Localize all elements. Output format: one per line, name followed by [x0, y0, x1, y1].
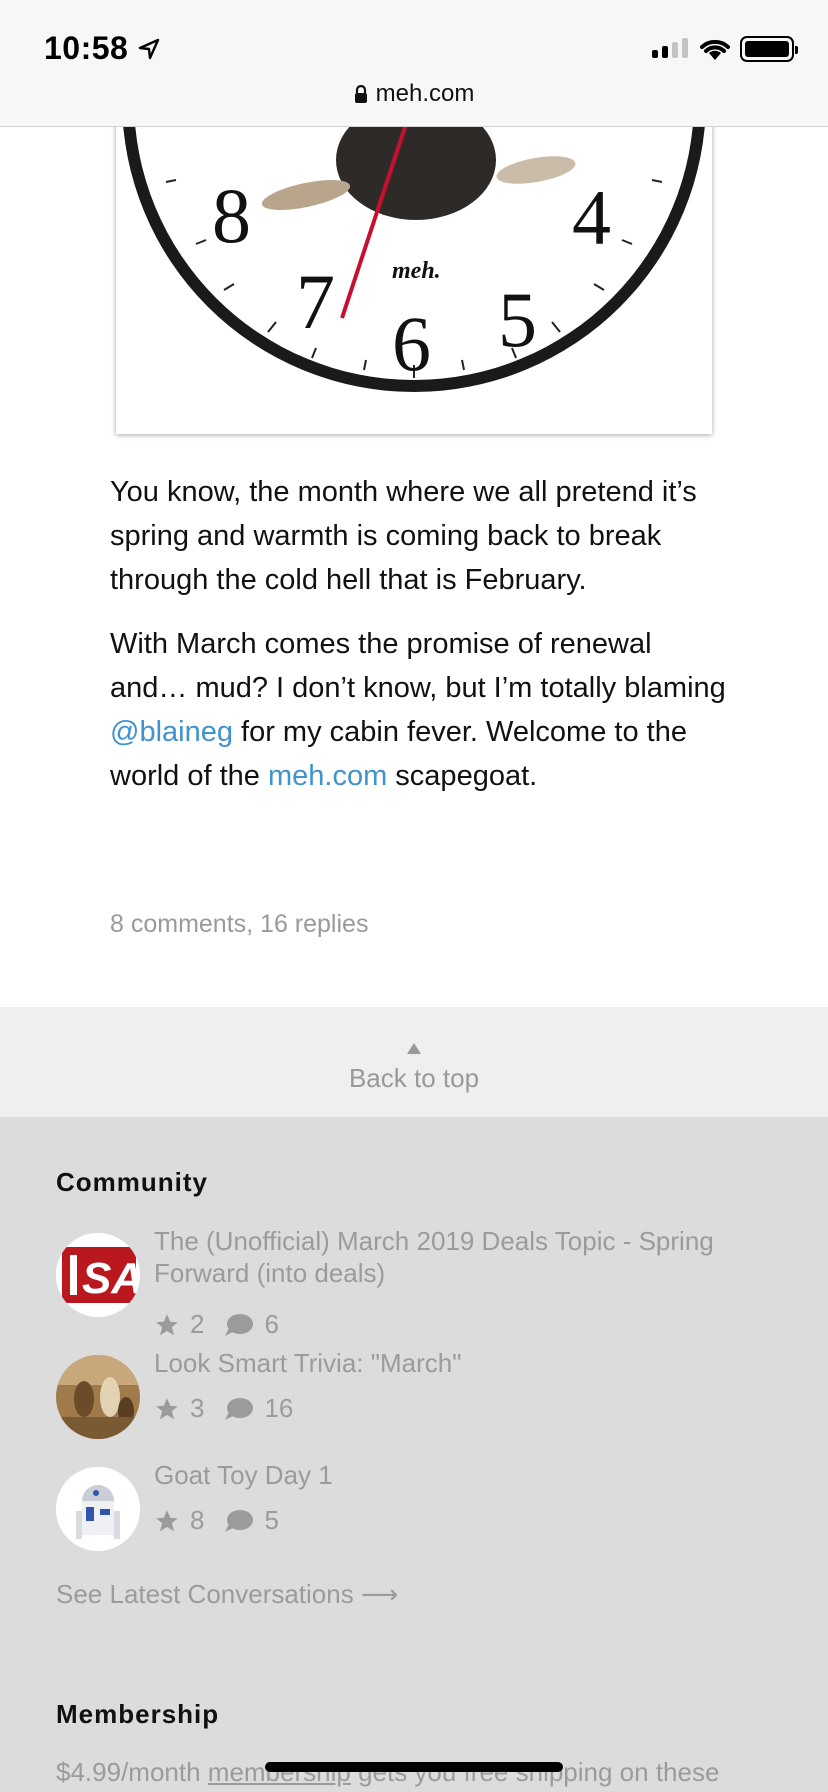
home-indicator[interactable] [265, 1762, 563, 1772]
community-title: Community [56, 1167, 208, 1197]
topic-title[interactable]: Look Smart Trivia: "March" [154, 1347, 794, 1379]
clock-numeral-4: 4 [572, 174, 611, 261]
see-latest-conversations-link[interactable]: See Latest Conversations ⟶ [56, 1579, 398, 1610]
topic-thumbnail [56, 1355, 140, 1439]
user-mention-link[interactable]: @blaineg [110, 716, 233, 748]
back-to-top-button[interactable]: Back to top [0, 1007, 828, 1117]
star-icon [156, 1313, 178, 1335]
star-count: 8 [190, 1505, 205, 1535]
location-arrow-icon [138, 38, 160, 60]
comment-bubble-icon [225, 1397, 254, 1420]
url-bar[interactable]: meh.com [0, 80, 828, 108]
back-to-top-label: Back to top [348, 1063, 480, 1093]
comments-link[interactable]: 8 comments, 16 replies [110, 910, 368, 939]
site-link[interactable]: meh.com [268, 760, 387, 792]
up-triangle-icon [407, 1043, 421, 1054]
star-icon [156, 1397, 178, 1419]
star-count: 2 [190, 1309, 205, 1339]
browser-top-bar: 10:58 meh.com [0, 0, 828, 127]
footer: Community SA The (Unofficial) March 2019… [0, 1117, 828, 1792]
status-time: 10:58 [44, 30, 129, 66]
article-paragraph: With March comes the promise of renewal … [110, 628, 726, 792]
comment-bubble-icon [225, 1509, 254, 1532]
battery-icon [740, 36, 798, 62]
star-count: 3 [190, 1393, 205, 1423]
star-icon [156, 1509, 178, 1531]
url-text: meh.com [375, 80, 475, 107]
clock-numeral-5: 5 [498, 276, 537, 363]
topic-title[interactable]: The (Unofficial) March 2019 Deals Topic … [154, 1225, 794, 1289]
comment-count: 16 [264, 1393, 294, 1423]
article-paragraph: You know, the month where we all pretend… [110, 476, 697, 596]
comment-count: 5 [264, 1505, 279, 1535]
topic-stats: 2 6 [154, 1309, 279, 1340]
article-body: You know, the month where we all pretend… [110, 470, 730, 818]
lock-icon [354, 85, 367, 103]
topic-thumbnail: SA [56, 1233, 140, 1317]
clock-numeral-8: 8 [212, 172, 251, 259]
cell-signal-icon [652, 38, 688, 58]
comment-bubble-icon [225, 1313, 254, 1336]
membership-title: Membership [56, 1699, 220, 1729]
topic-stats: 8 5 [154, 1505, 279, 1536]
wifi-icon [700, 39, 730, 60]
topic-thumbnail [56, 1467, 140, 1551]
clock-numeral-7: 7 [296, 258, 335, 345]
topic-title[interactable]: Goat Toy Day 1 [154, 1459, 794, 1491]
comment-count: 6 [264, 1309, 279, 1339]
clock-brand: meh. [392, 258, 441, 284]
topic-stats: 3 16 [154, 1393, 293, 1424]
clock-numeral-6: 6 [392, 300, 431, 387]
thumbnail-text: SA [82, 1254, 140, 1303]
